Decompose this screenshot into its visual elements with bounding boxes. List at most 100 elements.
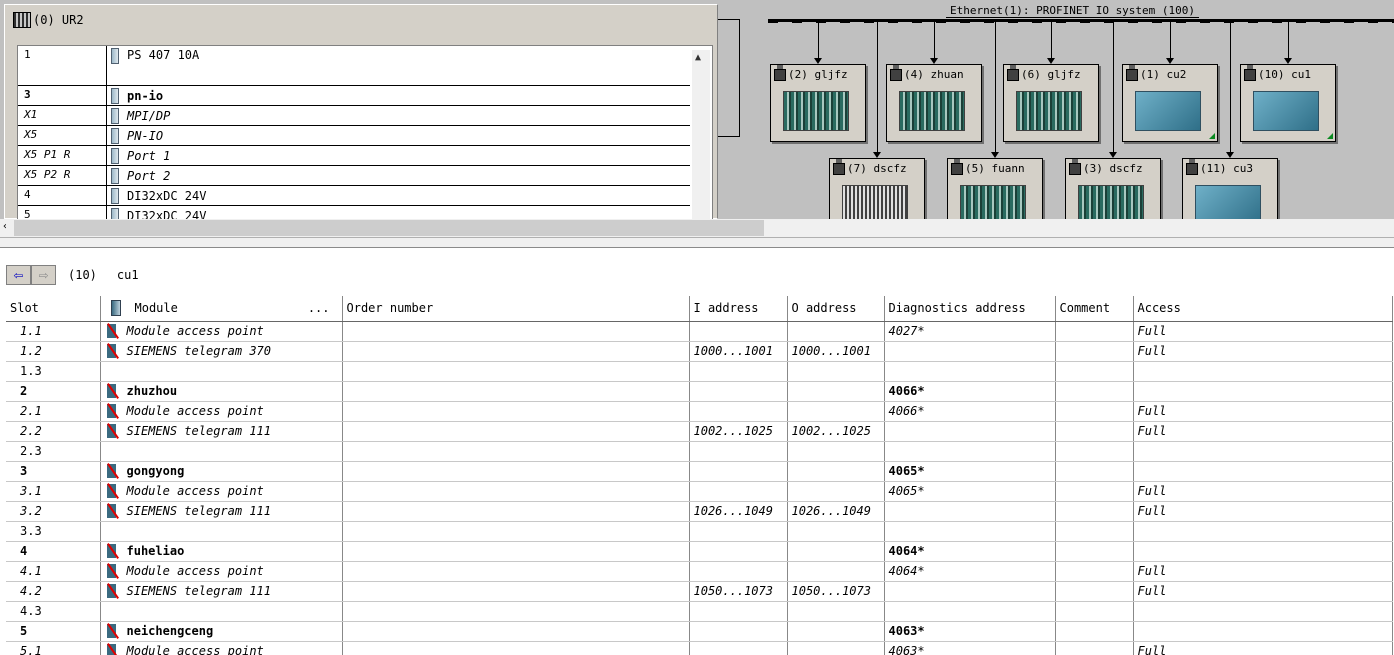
- rack-row[interactable]: X5 PN-IO: [18, 126, 690, 146]
- cell-module[interactable]: neichengceng: [100, 621, 343, 642]
- cell-order[interactable]: [342, 341, 690, 362]
- cell-comment[interactable]: [1055, 401, 1134, 422]
- col-header-access[interactable]: Access: [1133, 296, 1393, 322]
- cell-module[interactable]: fuheliao: [100, 541, 343, 562]
- cell-iaddr[interactable]: [689, 521, 788, 542]
- scroll-left-icon[interactable]: ‹: [2, 221, 8, 232]
- rack-row[interactable]: X5 P2 R Port 2: [18, 166, 690, 186]
- table-row[interactable]: 3.3: [6, 521, 1393, 542]
- cell-comment[interactable]: [1055, 641, 1134, 655]
- cell-oaddr[interactable]: [787, 361, 885, 382]
- rack-row[interactable]: X5 P1 R Port 1: [18, 146, 690, 166]
- cell-access[interactable]: [1133, 461, 1393, 482]
- cell-oaddr[interactable]: 1026...1049: [787, 501, 885, 522]
- cell-iaddr[interactable]: [689, 381, 788, 402]
- cell-module[interactable]: SIEMENS telegram 111: [100, 421, 343, 442]
- table-row[interactable]: 4.2 SIEMENS telegram 111 1050...1073 1050..…: [6, 581, 1393, 602]
- table-row[interactable]: 4.1 Module access point 4064* Full: [6, 561, 1393, 582]
- cell-slot[interactable]: 4: [6, 541, 101, 562]
- cell-iaddr[interactable]: [689, 321, 788, 342]
- rack-module[interactable]: PN-IO: [106, 126, 163, 145]
- cell-access[interactable]: Full: [1133, 341, 1393, 362]
- cell-oaddr[interactable]: [787, 401, 885, 422]
- rack-module[interactable]: MPI/DP: [106, 106, 170, 125]
- table-row[interactable]: 5 neichengceng 4063*: [6, 621, 1393, 642]
- cell-order[interactable]: [342, 441, 690, 462]
- cell-oaddr[interactable]: [787, 641, 885, 655]
- rack-module[interactable]: Port 1: [106, 146, 170, 165]
- table-row[interactable]: 3 gongyong 4065*: [6, 461, 1393, 482]
- cell-comment[interactable]: [1055, 321, 1134, 342]
- cell-diag[interactable]: 4065*: [884, 481, 1056, 502]
- cell-order[interactable]: [342, 321, 690, 342]
- cell-module[interactable]: SIEMENS telegram 111: [100, 501, 343, 522]
- io-device-s7[interactable]: (2) gljfz: [770, 64, 866, 142]
- cell-slot[interactable]: 3.2: [6, 501, 101, 522]
- cell-order[interactable]: [342, 521, 690, 542]
- cell-access[interactable]: Full: [1133, 421, 1393, 442]
- cell-oaddr[interactable]: [787, 381, 885, 402]
- cell-slot[interactable]: 3.1: [6, 481, 101, 502]
- cell-comment[interactable]: [1055, 361, 1134, 382]
- cell-order[interactable]: [342, 601, 690, 622]
- io-device-drive[interactable]: (10) cu1: [1240, 64, 1336, 142]
- back-arrow-icon[interactable]: ⇦: [6, 265, 31, 285]
- cell-module[interactable]: [100, 521, 343, 542]
- cell-order[interactable]: [342, 461, 690, 482]
- col-header-i-address[interactable]: I address: [689, 296, 788, 322]
- cell-slot[interactable]: 4.1: [6, 561, 101, 582]
- cell-diag[interactable]: 4065*: [884, 461, 1056, 482]
- rack-module[interactable]: DI32xDC 24V: [106, 206, 206, 219]
- cell-iaddr[interactable]: [689, 481, 788, 502]
- cell-order[interactable]: [342, 401, 690, 422]
- rack-row[interactable]: 5 DI32xDC 24V: [18, 206, 690, 219]
- cell-access[interactable]: Full: [1133, 401, 1393, 422]
- table-row[interactable]: 4 fuheliao 4064*: [6, 541, 1393, 562]
- cell-slot[interactable]: 2.3: [6, 441, 101, 462]
- horizontal-scrollbar[interactable]: ‹: [0, 219, 1394, 238]
- cell-access[interactable]: [1133, 601, 1393, 622]
- cell-module[interactable]: Module access point: [100, 401, 343, 422]
- cell-diag[interactable]: [884, 341, 1056, 362]
- io-device-s7[interactable]: (6) gljfz: [1003, 64, 1099, 142]
- cell-comment[interactable]: [1055, 581, 1134, 602]
- cell-access[interactable]: [1133, 621, 1393, 642]
- rack-row[interactable]: 1 PS 407 10A: [18, 46, 690, 86]
- cell-order[interactable]: [342, 541, 690, 562]
- cell-diag[interactable]: [884, 441, 1056, 462]
- rack-module[interactable]: pn-io: [106, 86, 163, 105]
- cell-slot[interactable]: 1.1: [6, 321, 101, 342]
- module-header-more[interactable]: ...: [308, 301, 330, 315]
- rack-scrollbar[interactable]: ▲: [692, 50, 710, 219]
- cell-module[interactable]: Module access point: [100, 561, 343, 582]
- cell-iaddr[interactable]: [689, 561, 788, 582]
- table-row[interactable]: 4.3: [6, 601, 1393, 622]
- cell-module[interactable]: [100, 441, 343, 462]
- cell-oaddr[interactable]: [787, 321, 885, 342]
- col-header-o-address[interactable]: O address: [787, 296, 885, 322]
- cell-order[interactable]: [342, 481, 690, 502]
- col-header-module[interactable]: Module ...: [100, 296, 343, 322]
- cell-slot[interactable]: 5: [6, 621, 101, 642]
- cell-comment[interactable]: [1055, 521, 1134, 542]
- cell-iaddr[interactable]: [689, 441, 788, 462]
- cell-access[interactable]: Full: [1133, 481, 1393, 502]
- cell-iaddr[interactable]: 1026...1049: [689, 501, 788, 522]
- rack-module[interactable]: PS 407 10A: [106, 46, 199, 85]
- cell-comment[interactable]: [1055, 341, 1134, 362]
- cell-iaddr[interactable]: 1000...1001: [689, 341, 788, 362]
- table-row[interactable]: 2 zhuzhou 4066*: [6, 381, 1393, 402]
- cell-oaddr[interactable]: [787, 541, 885, 562]
- cell-access[interactable]: Full: [1133, 321, 1393, 342]
- cell-diag[interactable]: [884, 501, 1056, 522]
- cell-access[interactable]: Full: [1133, 581, 1393, 602]
- cell-slot[interactable]: 2.1: [6, 401, 101, 422]
- cell-slot[interactable]: 2: [6, 381, 101, 402]
- io-device-drive[interactable]: (11) cu3: [1182, 158, 1278, 219]
- cell-diag[interactable]: 4027*: [884, 321, 1056, 342]
- cell-slot[interactable]: 5.1: [6, 641, 101, 655]
- cell-module[interactable]: Module access point: [100, 321, 343, 342]
- table-row[interactable]: 1.2 SIEMENS telegram 370 1000...1001 1000..…: [6, 341, 1393, 362]
- cell-order[interactable]: [342, 621, 690, 642]
- rack-titlebar[interactable]: (0) UR2: [5, 5, 717, 35]
